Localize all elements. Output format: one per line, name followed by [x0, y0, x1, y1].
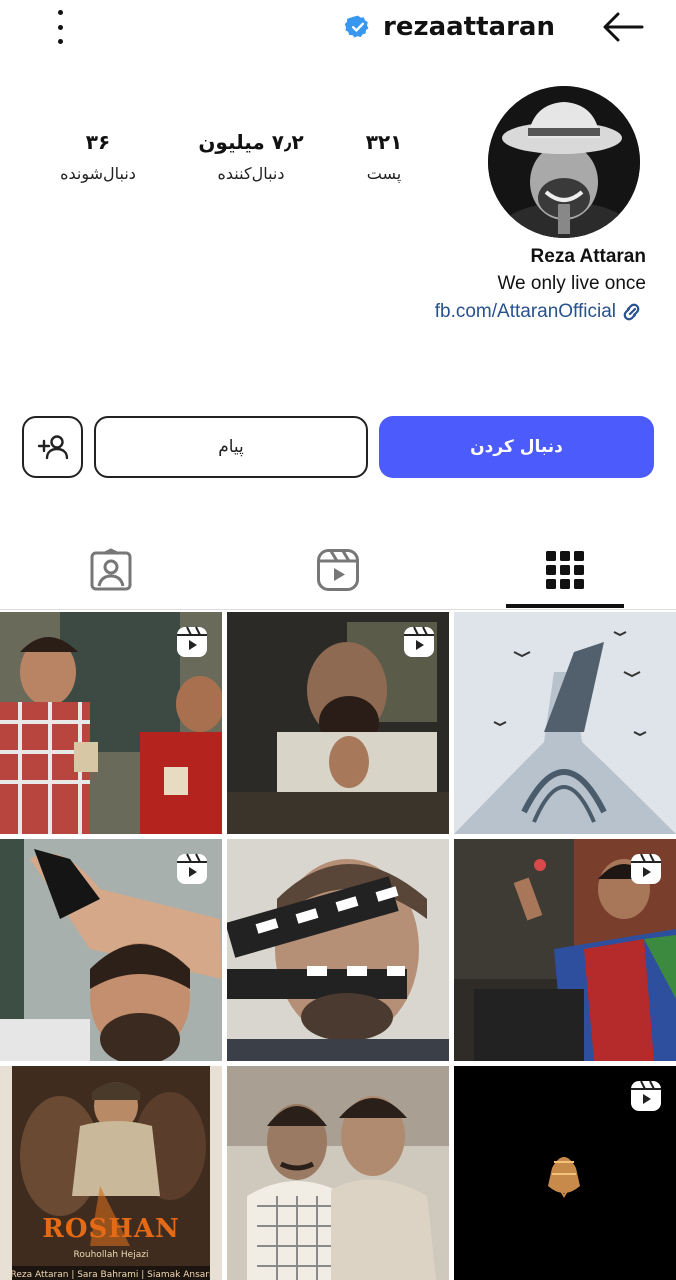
- content-tabs: [0, 530, 676, 610]
- grid-post[interactable]: [227, 612, 449, 834]
- posts-count: ۳۲۱: [365, 130, 403, 154]
- verified-badge-icon: [345, 15, 369, 38]
- grid-post[interactable]: [227, 839, 449, 1061]
- grid-post[interactable]: ROSHAN Rouhollah Hejazi Reza Attaran | S…: [0, 1066, 222, 1280]
- external-link-text: fb.com/AttaranOfficial: [434, 301, 616, 322]
- profile-header-title: rezaattaran: [345, 8, 555, 46]
- post-thumbnail: [227, 1066, 449, 1280]
- grid-post[interactable]: [227, 1066, 449, 1280]
- profile-avatar[interactable]: [488, 86, 640, 238]
- followers-label: دنبال‌کننده: [217, 164, 285, 183]
- reels-icon: [317, 549, 359, 591]
- grid-post[interactable]: [454, 1066, 676, 1280]
- grid-post[interactable]: [454, 612, 676, 834]
- external-link[interactable]: fb.com/AttaranOfficial: [435, 298, 646, 326]
- back-arrow-icon[interactable]: [600, 10, 646, 44]
- grid-post[interactable]: [0, 612, 222, 834]
- display-name: Reza Attaran: [530, 246, 646, 267]
- tab-posts-grid[interactable]: [505, 530, 625, 610]
- reel-badge-icon: [404, 626, 434, 657]
- poster-director: Rouhollah Hejazi: [73, 1250, 149, 1260]
- following-label: دنبال‌شونده: [60, 164, 136, 183]
- more-options-icon[interactable]: [46, 10, 74, 44]
- grid-post[interactable]: [454, 839, 676, 1061]
- bio-text: We only live once: [497, 273, 646, 294]
- link-icon: [623, 303, 640, 321]
- grid-post[interactable]: [0, 839, 222, 1061]
- reel-badge-icon: [177, 626, 207, 657]
- suggested-users-button[interactable]: [22, 416, 83, 478]
- following-count: ۳۶: [85, 130, 111, 154]
- post-thumbnail: [227, 839, 449, 1061]
- tagged-icon: [90, 548, 132, 591]
- message-button[interactable]: پیام: [94, 416, 368, 478]
- grid-icon: [546, 551, 584, 589]
- add-user-icon: [37, 435, 68, 460]
- active-tab-indicator: [506, 604, 624, 608]
- following-stat[interactable]: ۳۶ دنبال‌شونده: [38, 130, 158, 183]
- reel-badge-icon: [177, 853, 207, 884]
- top-bar: rezaattaran: [0, 0, 676, 56]
- followers-stat[interactable]: ۷٫۲ میلیون دنبال‌کننده: [176, 130, 326, 183]
- reel-badge-icon: [631, 1080, 661, 1111]
- follow-button[interactable]: دنبال کردن: [379, 416, 654, 478]
- username: rezaattaran: [383, 12, 555, 42]
- posts-stat[interactable]: ۳۲۱ پست: [324, 130, 444, 183]
- post-thumbnail: [454, 612, 676, 834]
- tab-tagged[interactable]: [51, 530, 171, 610]
- post-thumbnail: [0, 1066, 222, 1280]
- followers-count: ۷٫۲ میلیون: [198, 130, 304, 154]
- poster-title: ROSHAN: [42, 1214, 180, 1244]
- tab-reels[interactable]: [278, 530, 398, 610]
- reel-badge-icon: [631, 853, 661, 884]
- poster-cast: Reza Attaran | Sara Bahrami | Siamak Ans…: [10, 1270, 212, 1280]
- avatar-photo: [488, 86, 640, 238]
- posts-label: پست: [366, 164, 402, 183]
- profile-bio: Reza Attaran We only live once fb.com/At…: [266, 244, 646, 326]
